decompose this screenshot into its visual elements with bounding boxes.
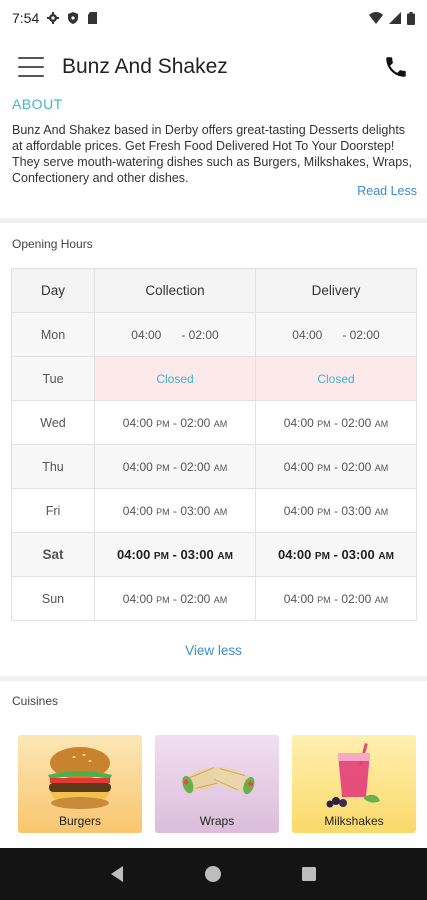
- day-cell: Sat: [11, 532, 95, 577]
- settings-gear-icon: [47, 12, 60, 24]
- about-section: ABOUT Bunz And Shakez based in Derby off…: [12, 96, 417, 198]
- view-less-link[interactable]: View less: [0, 643, 427, 658]
- home-icon[interactable]: [203, 864, 223, 884]
- app-title: Bunz And Shakez: [62, 55, 228, 78]
- day-cell: Fri: [11, 488, 95, 533]
- table-row-tue: Tue Closed Closed: [11, 356, 417, 401]
- section-divider: [0, 218, 427, 223]
- delivery-hours: 04:00 PM - 02:00 AM: [255, 400, 417, 445]
- header-collection: Collection: [94, 268, 256, 313]
- wifi-icon: [369, 12, 383, 24]
- table-row-mon: Mon 04:00 - 02:00 04:00 - 02:00: [11, 312, 417, 357]
- collection-hours: 04:00 PM - 03:00 AM: [94, 488, 256, 533]
- collection-hours: 04:00 - 02:00: [94, 312, 256, 357]
- cuisine-label: Wraps: [199, 814, 235, 828]
- collection-hours: 04:00 PM - 02:00 AM: [94, 400, 256, 445]
- hamburger-menu-icon[interactable]: [18, 57, 44, 77]
- delivery-closed: Closed: [255, 356, 417, 401]
- status-left: 7:54: [12, 10, 99, 26]
- delivery-hours: 04:00 PM - 03:00 AM: [255, 488, 417, 533]
- table-row-thu: Thu 04:00 PM - 02:00 AM 04:00 PM - 02:00…: [11, 444, 417, 489]
- signal-icon: [389, 12, 401, 24]
- status-bar: 7:54: [0, 0, 427, 36]
- table-header-row: Day Collection Delivery: [11, 268, 417, 313]
- sd-card-icon: [88, 12, 98, 24]
- cuisine-label: Milkshakes: [324, 814, 384, 828]
- section-divider: [0, 676, 427, 681]
- read-less-link[interactable]: Read Less: [357, 184, 417, 198]
- back-icon[interactable]: [108, 864, 128, 884]
- about-heading: ABOUT: [12, 96, 63, 112]
- delivery-hours: 04:00 PM - 03:00 AM: [255, 532, 417, 577]
- delivery-hours: 04:00 PM - 02:00 AM: [255, 576, 417, 621]
- status-right: [369, 11, 415, 25]
- cuisines-title: Cuisines: [12, 694, 59, 708]
- opening-hours-title: Opening Hours: [12, 237, 93, 251]
- burger-icon: [48, 747, 112, 809]
- milkshake-icon: [326, 743, 380, 808]
- app-bar: Bunz And Shakez: [0, 36, 427, 98]
- day-cell: Thu: [11, 444, 95, 489]
- day-cell: Mon: [11, 312, 95, 357]
- collection-hours: 04:00 PM - 03:00 AM: [94, 532, 256, 577]
- day-cell: Wed: [11, 400, 95, 445]
- opening-hours-table: Day Collection Delivery Mon 04:00 - 02:0…: [11, 268, 417, 621]
- shield-icon: [68, 12, 79, 24]
- cuisine-card-burgers[interactable]: Burgers: [18, 735, 142, 833]
- day-cell: Tue: [11, 356, 95, 401]
- delivery-hours: 04:00 PM - 02:00 AM: [255, 444, 417, 489]
- collection-hours: 04:00 PM - 02:00 AM: [94, 576, 256, 621]
- header-day: Day: [11, 268, 95, 313]
- recents-icon[interactable]: [299, 864, 319, 884]
- system-nav-bar: [0, 848, 427, 900]
- delivery-hours: 04:00 - 02:00: [255, 312, 417, 357]
- table-row-sun: Sun 04:00 PM - 02:00 AM 04:00 PM - 02:00…: [11, 576, 417, 621]
- header-delivery: Delivery: [255, 268, 417, 313]
- cuisine-label: Burgers: [58, 814, 102, 828]
- collection-closed: Closed: [94, 356, 256, 401]
- table-row-wed: Wed 04:00 PM - 02:00 AM 04:00 PM - 02:00…: [11, 400, 417, 445]
- phone-icon[interactable]: [383, 54, 409, 80]
- cuisine-card-wraps[interactable]: Wraps: [155, 735, 279, 833]
- table-row-fri: Fri 04:00 PM - 03:00 AM 04:00 PM - 03:00…: [11, 488, 417, 533]
- collection-hours: 04:00 PM - 02:00 AM: [94, 444, 256, 489]
- battery-icon: [407, 11, 415, 25]
- cuisine-card-milkshakes[interactable]: Milkshakes: [292, 735, 416, 833]
- wrap-icon: [182, 766, 255, 795]
- day-cell: Sun: [11, 576, 95, 621]
- table-row-sat: Sat 04:00 PM - 03:00 AM 04:00 PM - 03:00…: [11, 532, 417, 577]
- status-time: 7:54: [12, 10, 40, 26]
- about-text: Bunz And Shakez based in Derby offers gr…: [12, 123, 412, 185]
